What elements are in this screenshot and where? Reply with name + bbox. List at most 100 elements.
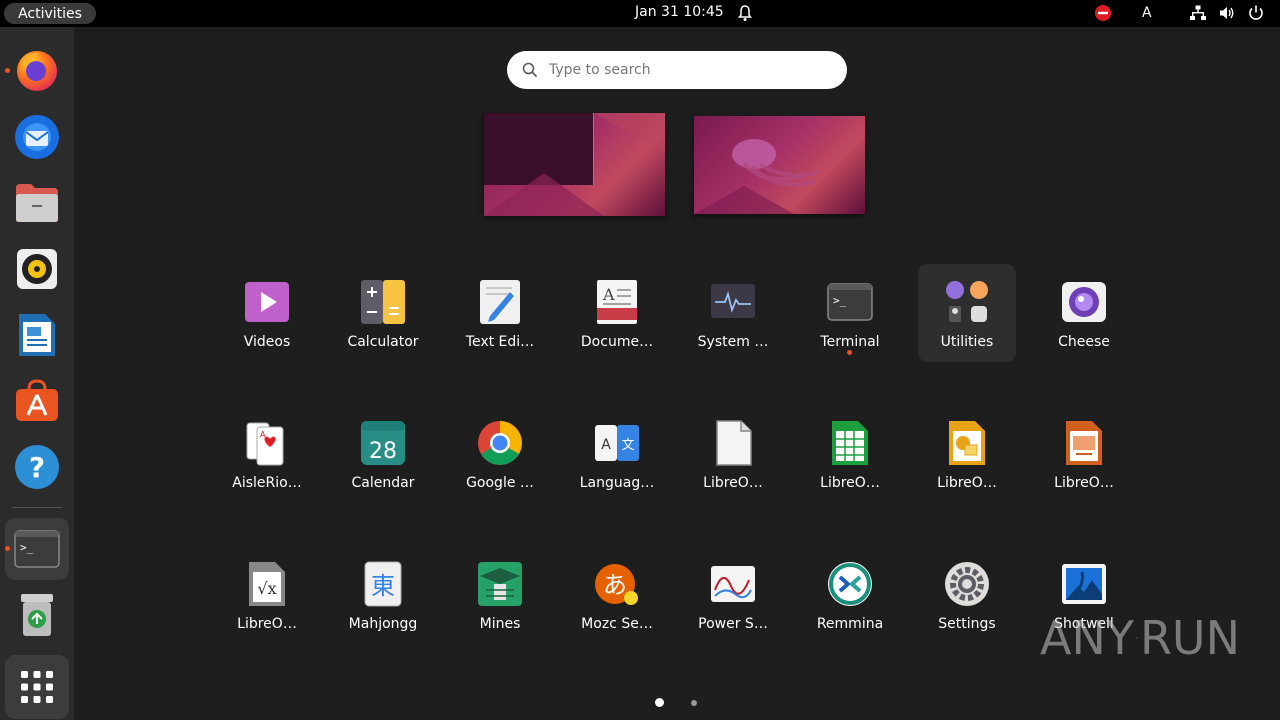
firefox-icon — [17, 51, 57, 91]
app-tile-remmina[interactable]: Remmina — [801, 546, 899, 644]
app-center-icon — [16, 379, 58, 421]
jellyfish-wallpaper — [694, 139, 820, 214]
app-tile-utilities-folder[interactable]: Utilities — [918, 264, 1016, 362]
libreoffice-icon — [716, 420, 752, 466]
app-label: Calendar — [351, 475, 415, 491]
dock-help[interactable]: ? — [13, 443, 61, 491]
play-logo-icon — [1136, 636, 1138, 640]
cheese-icon — [1062, 282, 1106, 322]
app-tile-libreoffice[interactable]: LibreO… — [684, 405, 782, 503]
show-apps-button[interactable] — [5, 655, 69, 719]
app-label: Google … — [466, 475, 534, 491]
app-tile-libreoffice-draw[interactable]: LibreO… — [918, 405, 1016, 503]
app-label: Text Edi… — [465, 334, 535, 350]
wallpaper-art — [484, 113, 665, 216]
svg-text:?: ? — [29, 451, 45, 484]
document-viewer-icon: A — [597, 280, 637, 324]
watermark-text-left: ANY — [1040, 611, 1134, 665]
app-tile-settings[interactable]: Settings — [918, 546, 1016, 644]
svg-text:A: A — [602, 285, 615, 304]
search-bar[interactable] — [507, 51, 847, 89]
settings-icon — [945, 562, 989, 606]
files-icon — [16, 184, 58, 222]
app-label: Mozc Se… — [581, 616, 653, 632]
app-tile-libreoffice-math[interactable]: √x LibreO… — [218, 546, 316, 644]
app-tile-mahjongg[interactable]: 東 Mahjongg — [334, 546, 432, 644]
running-indicator — [847, 350, 852, 355]
libreoffice-calc-icon — [832, 421, 868, 465]
text-editor-icon — [480, 280, 520, 324]
aisleriot-icon: A — [246, 422, 284, 466]
app-tile-libreoffice-impress[interactable]: LibreO… — [1035, 405, 1133, 503]
svg-text:√x: √x — [257, 579, 276, 598]
svg-text:あ: あ — [603, 571, 627, 599]
dock-libreoffice-writer[interactable] — [13, 311, 61, 359]
dock-separator — [12, 507, 62, 508]
svg-text:A: A — [260, 430, 266, 439]
svg-text:>_: >_ — [833, 294, 847, 307]
app-tile-aisleriot[interactable]: A AisleRio… — [218, 405, 316, 503]
mahjongg-icon: 東 — [364, 561, 402, 607]
app-tile-chrome[interactable]: Google … — [451, 405, 549, 503]
dock-app-center[interactable] — [13, 377, 61, 425]
activities-button[interactable]: Activities — [4, 3, 96, 24]
search-input[interactable] — [549, 51, 829, 89]
svg-text:文: 文 — [621, 438, 634, 453]
app-tile-mozc[interactable]: あ Mozc Se… — [568, 546, 666, 644]
app-label: Power S… — [698, 616, 768, 632]
app-label: Utilities — [940, 334, 994, 350]
app-tile-calculator[interactable]: Calculator — [334, 264, 432, 362]
app-tile-cheese[interactable]: Cheese — [1035, 264, 1133, 362]
app-tile-terminal[interactable]: >_ Terminal — [801, 264, 899, 362]
app-label: Docume… — [580, 334, 654, 350]
anyrun-watermark: ANY RUN — [1040, 608, 1240, 668]
keyboard-layout-indicator[interactable]: A — [1142, 5, 1152, 23]
app-label: Settings — [938, 616, 996, 632]
app-label: LibreO… — [1054, 475, 1114, 491]
app-tile-document-viewer[interactable]: A Docume… — [568, 264, 666, 362]
volume-icon[interactable] — [1218, 4, 1236, 22]
app-label: LibreO… — [937, 475, 997, 491]
app-label: Calculator — [347, 334, 419, 350]
videos-icon — [245, 282, 289, 322]
svg-text:A: A — [601, 437, 611, 453]
app-tile-language[interactable]: A 文 Languag… — [568, 405, 666, 503]
top-bar: Activities Jan 31 10:45 A — [0, 0, 1280, 27]
app-label: Cheese — [1058, 334, 1110, 350]
thunderbird-icon — [15, 115, 59, 159]
app-tile-calendar[interactable]: 28 Calendar — [334, 405, 432, 503]
app-tile-power-statistics[interactable]: Power S… — [684, 546, 782, 644]
app-tile-system-monitor[interactable]: System … — [684, 264, 782, 362]
workspace-thumbnail-2[interactable] — [694, 116, 865, 214]
svg-text:28: 28 — [369, 439, 397, 464]
app-label: System … — [697, 334, 769, 350]
app-label: Mines — [479, 616, 521, 632]
calendar-icon: 28 — [361, 421, 405, 465]
app-label: Terminal — [820, 334, 880, 350]
dock-thunderbird[interactable] — [13, 113, 61, 161]
libreoffice-math-icon: √x — [249, 562, 285, 606]
dock-rhythmbox[interactable] — [13, 245, 61, 293]
dock-terminal[interactable]: >_ — [13, 525, 61, 573]
rhythmbox-icon — [17, 249, 57, 289]
app-tile-mines[interactable]: Mines — [451, 546, 549, 644]
clock[interactable]: Jan 31 10:45 — [635, 4, 724, 20]
app-tile-text-editor[interactable]: Text Edi… — [451, 264, 549, 362]
dock-trash[interactable] — [13, 591, 61, 639]
app-tile-videos[interactable]: Videos — [218, 264, 316, 362]
show-apps-icon — [21, 671, 53, 703]
notification-bell-icon[interactable] — [737, 4, 753, 22]
running-indicator — [5, 546, 10, 551]
dock-files[interactable] — [13, 179, 61, 227]
network-wired-icon[interactable] — [1189, 4, 1207, 22]
workspace-thumbnail-1[interactable] — [484, 113, 665, 216]
app-tile-libreoffice-calc[interactable]: LibreO… — [801, 405, 899, 503]
page-indicator-1[interactable] — [655, 698, 664, 707]
libreoffice-draw-icon — [949, 421, 985, 465]
watermark-text-right: RUN — [1139, 611, 1240, 665]
do-not-disturb-icon[interactable] — [1094, 4, 1112, 22]
app-label: Remmina — [816, 616, 884, 632]
power-icon[interactable] — [1247, 4, 1265, 22]
dock-firefox[interactable] — [13, 46, 61, 94]
page-indicator-2[interactable] — [691, 700, 697, 706]
